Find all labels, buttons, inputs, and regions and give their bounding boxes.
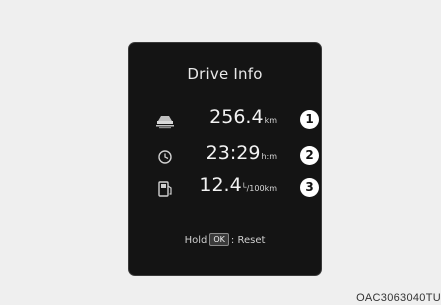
callout-badge-2: 2 [300,146,319,165]
drive-time-unit: h:m [261,152,277,161]
road-distance-icon [156,116,174,129]
display-title: Drive Info [187,65,263,83]
drive-time-value: 23:29h:m [205,142,277,164]
fuel-economy-row: 12.4L/100km 3 [129,174,321,201]
ok-button[interactable]: OK [209,233,229,246]
fuel-economy-value: 12.4L/100km [199,174,277,196]
fuel-pump-icon [158,181,172,197]
drive-info-display: Drive Info 256.4km 1 23:29h:m 2 12.4L/10… [128,42,322,276]
distance-unit: km [264,116,277,125]
figure-code: OAC3063040TU [356,292,441,304]
distance-value: 256.4km [209,106,277,128]
reset-instruction: Hold OK: Reset [184,233,266,246]
fuel-economy-unit: L/100km [242,181,277,193]
callout-badge-1: 1 [300,110,319,129]
callout-badge-3: 3 [300,178,319,197]
time-row: 23:29h:m 2 [129,142,321,169]
clock-icon [158,150,172,164]
distance-row: 256.4km 1 [129,106,321,133]
